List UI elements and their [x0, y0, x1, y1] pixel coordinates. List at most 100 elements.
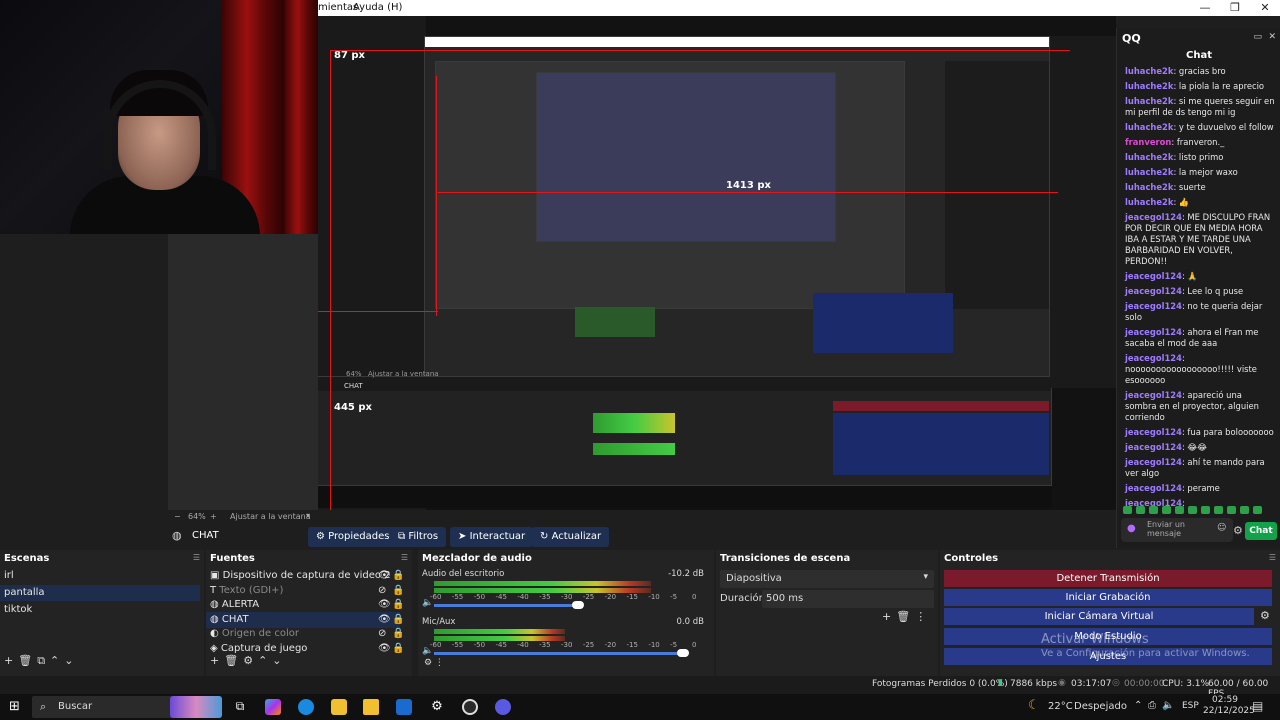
scene-item[interactable]: tiktok	[0, 602, 200, 618]
settings-icon[interactable]: ⚙	[429, 699, 445, 715]
gear-icon[interactable]: ⚙	[243, 654, 258, 667]
chat-username[interactable]: luhache2k	[1125, 122, 1173, 132]
scene-item[interactable]: pantalla	[0, 585, 200, 601]
trash-icon[interactable]: 🗑	[896, 610, 915, 623]
more-icon[interactable]: ⋮	[915, 610, 931, 623]
chat-username[interactable]: jeacegol124	[1125, 390, 1182, 400]
lock-icon[interactable]: 🔒	[392, 626, 404, 642]
refresh-button[interactable]: ↻ Actualizar	[532, 527, 610, 547]
chat-username[interactable]: luhache2k	[1125, 66, 1173, 76]
chat-username[interactable]: luhache2k	[1125, 197, 1173, 207]
chat-username[interactable]: jeacegol124	[1125, 353, 1182, 363]
chevron-up-icon[interactable]: ⌃	[258, 654, 272, 667]
chevron-down-icon[interactable]: ⌄	[64, 654, 78, 667]
source-item[interactable]: ▣ Dispositivo de captura de video 2 👁 🔒	[206, 568, 404, 584]
duration-input[interactable]: 500 ms	[762, 590, 934, 608]
properties-button[interactable]: ⚙ Propiedades	[308, 527, 398, 547]
chat-send-button[interactable]: Chat	[1245, 522, 1277, 540]
add-icon[interactable]: +	[882, 610, 896, 623]
clock-time[interactable]: 02:59	[1212, 695, 1238, 705]
chat-username[interactable]: luhache2k	[1125, 96, 1173, 106]
speaker-icon[interactable]: 🔈	[422, 598, 433, 608]
chat-username[interactable]: jeacegol124	[1125, 457, 1182, 467]
trash-icon[interactable]: 🗑	[224, 654, 243, 667]
chat-username[interactable]: luhache2k	[1125, 152, 1173, 162]
chat-username[interactable]: franveron	[1125, 137, 1171, 147]
chevron-up-icon[interactable]: ⌃	[1134, 700, 1142, 711]
widget-image[interactable]	[170, 696, 222, 718]
lock-icon[interactable]: 🔒	[392, 583, 404, 599]
obs-icon[interactable]	[462, 699, 478, 715]
chat-username[interactable]: luhache2k	[1125, 81, 1173, 91]
lock-icon[interactable]: 🔒	[392, 612, 404, 628]
eye-off-icon[interactable]: ⊘	[378, 626, 386, 642]
eye-icon[interactable]: 👁	[378, 612, 391, 628]
chevron-up-icon[interactable]: ⌃	[50, 654, 64, 667]
lock-icon[interactable]: 🔒	[392, 597, 404, 613]
filter-icon[interactable]: ⧉	[37, 654, 50, 667]
scene-item[interactable]: irl	[0, 568, 200, 584]
source-item[interactable]: ◐ Origen de color ⊘ 🔒	[206, 626, 404, 642]
chat-username[interactable]: jeacegol124	[1125, 286, 1182, 296]
speaker-icon[interactable]: 🔈	[422, 646, 433, 656]
stop-streaming-button[interactable]: Detener Transmisión	[944, 570, 1272, 587]
volume-knob[interactable]	[676, 649, 689, 657]
close-icon[interactable]: ✕	[1268, 32, 1276, 42]
notification-icon[interactable]: ▤	[1252, 699, 1263, 713]
chat-username[interactable]: jeacegol124	[1125, 271, 1182, 281]
store-icon[interactable]	[363, 699, 379, 715]
source-item[interactable]: ◍ ALERTA 👁 🔒	[206, 597, 404, 613]
chat-username[interactable]: jeacegol124	[1125, 212, 1182, 222]
source-item[interactable]: ◍ CHAT 👁 🔒	[206, 611, 404, 628]
gear-icon[interactable]: ⚙ ⋮	[424, 658, 444, 668]
folder-icon[interactable]	[331, 699, 347, 715]
volume-slider[interactable]	[434, 604, 579, 607]
start-virtual-camera-button[interactable]: Iniciar Cámara Virtual	[944, 608, 1254, 625]
emoji-icon[interactable]: ☺	[1217, 523, 1226, 533]
task-view-icon[interactable]: ⧉	[232, 699, 248, 715]
chat-username[interactable]: jeacegol124	[1125, 427, 1182, 437]
discord-icon[interactable]	[495, 699, 511, 715]
menu-ayuda[interactable]: Ayuda (H)	[353, 2, 402, 13]
dock-menu-icon[interactable]: ☰	[193, 553, 200, 562]
chevron-down-icon[interactable]: ⌄	[272, 654, 286, 667]
edge-icon[interactable]	[298, 699, 314, 715]
close-icon[interactable]: ✕	[1250, 0, 1280, 16]
network-icon[interactable]: ⎙	[1148, 700, 1156, 711]
minimize-icon[interactable]: —	[1190, 0, 1220, 16]
gear-icon[interactable]: ⚙	[1233, 524, 1243, 537]
eye-icon[interactable]: 👁	[378, 568, 391, 584]
chat-input[interactable]: ● Enviar un mensaje ☺	[1121, 518, 1233, 542]
undock-icon[interactable]: ▭	[1253, 32, 1262, 42]
filters-button[interactable]: ⧉ Filtros	[390, 527, 447, 547]
clock-date[interactable]: 22/12/2025	[1203, 706, 1255, 716]
volume-icon[interactable]: 🔈	[1162, 700, 1174, 711]
dock-menu-icon[interactable]: ☰	[401, 553, 408, 562]
eye-off-icon[interactable]: ⊘	[378, 583, 386, 599]
chat-username[interactable]: jeacegol124	[1125, 442, 1182, 452]
zoom-in-icon[interactable]: +	[210, 512, 217, 521]
chat-username[interactable]: jeacegol124	[1125, 301, 1182, 311]
interact-button[interactable]: ➤ Interactuar	[450, 527, 534, 547]
mail-icon[interactable]	[396, 699, 412, 715]
eye-icon[interactable]: 👁	[378, 641, 391, 657]
chevron-down-icon[interactable]: ▾	[306, 511, 310, 520]
add-icon[interactable]: +	[210, 654, 224, 667]
eye-icon[interactable]: 👁	[378, 597, 391, 613]
maximize-icon[interactable]: ❐	[1220, 0, 1250, 16]
dock-menu-icon[interactable]: ☰	[1269, 553, 1276, 562]
zoom-fit-select[interactable]: Ajustar a la ventana	[230, 512, 311, 521]
source-item[interactable]: T Texto (GDI+) ⊘ 🔒	[206, 583, 404, 599]
chat-username[interactable]: luhache2k	[1125, 182, 1173, 192]
volume-slider[interactable]	[434, 652, 683, 655]
windows-start-icon[interactable]: ⊞	[9, 699, 20, 714]
lock-icon[interactable]: 🔒	[392, 568, 404, 584]
chat-username[interactable]: luhache2k	[1125, 167, 1173, 177]
language[interactable]: ESP	[1182, 701, 1199, 711]
add-icon[interactable]: +	[4, 654, 18, 667]
start-recording-button[interactable]: Iniciar Grabación	[944, 589, 1272, 606]
preview-canvas[interactable]: 87 px 1413 px 445 px 64% Ajustar a la ve…	[318, 16, 1116, 510]
volume-knob[interactable]	[572, 601, 585, 609]
trash-icon[interactable]: 🗑	[18, 654, 37, 667]
copilot-icon[interactable]	[265, 699, 281, 715]
